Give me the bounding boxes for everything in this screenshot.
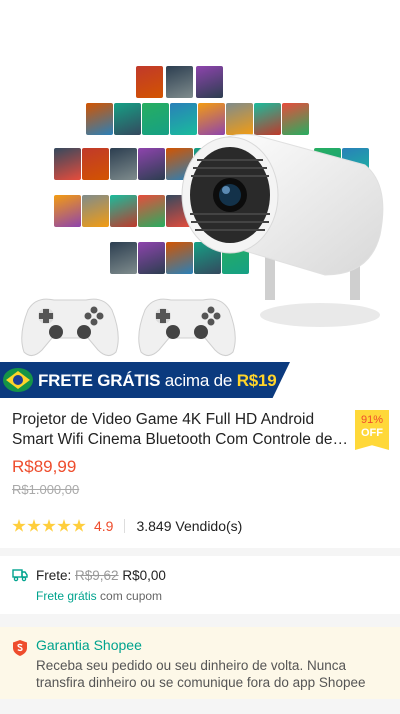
shipping-label: Frete: (36, 568, 76, 583)
shipping-coupon-line: Frete grátis com cupom (36, 589, 162, 603)
free-shipping-label: Frete grátis (36, 589, 97, 603)
discount-off-label: OFF (361, 427, 383, 439)
banner-text-amount: R$19 (236, 371, 277, 390)
brazil-flag-icon (3, 368, 33, 392)
banner-text-bold: FRETE GRÁTIS (38, 371, 161, 390)
product-image[interactable]: FRETE GRÁTIS acima de R$19 (0, 0, 400, 400)
game-cover-tile (136, 66, 163, 98)
product-title: Projetor de Video Game 4K Full HD Androi… (12, 410, 350, 450)
game-cover-tile (138, 148, 165, 180)
game-cover-tile (138, 195, 165, 227)
game-cover-tile (196, 66, 223, 98)
game-cover-tile (82, 148, 109, 180)
game-cover-tile (114, 103, 141, 135)
discount-badge: 91% OFF (355, 410, 389, 450)
free-shipping-banner: FRETE GRÁTIS acima de R$19 (0, 362, 290, 398)
rating-stars (12, 519, 87, 533)
shipping-section[interactable]: Frete: R$9,62 R$0,00 Frete grátis com cu… (0, 556, 400, 614)
game-cover-tile (54, 195, 81, 227)
game-cover-tile (166, 66, 193, 98)
banner-text-mid: acima de (160, 371, 237, 390)
game-controller-left (21, 298, 119, 356)
shield-icon (13, 640, 27, 656)
game-cover-tile (110, 242, 137, 274)
divider (124, 519, 126, 533)
star-icon (42, 519, 56, 532)
star-icon (27, 519, 41, 532)
game-cover-tile (82, 195, 109, 227)
star-icon (12, 519, 26, 532)
sold-count: 3.849 Vendido(s) (136, 518, 243, 534)
coupon-text: com cupom (96, 589, 163, 603)
guarantee-text: Receba seu pedido ou seu dinheiro de vol… (36, 658, 366, 690)
original-price: R$1.000,00 (12, 482, 80, 497)
shipping-new-price: R$0,00 (118, 568, 166, 583)
banner-text: FRETE GRÁTIS acima de R$19 (38, 371, 277, 391)
rating-row[interactable]: 4.9 3.849 Vendido(s) (12, 517, 242, 535)
game-cover-tile (142, 103, 169, 135)
shopee-guarantee-section[interactable]: Garantia Shopee Receba seu pedido ou seu… (0, 627, 400, 699)
shipping-price-line: Frete: R$9,62 R$0,00 (36, 568, 166, 583)
star-icon (72, 519, 86, 532)
game-controller-right (138, 298, 236, 356)
game-cover-tile (54, 148, 81, 180)
rating-value: 4.9 (94, 518, 114, 534)
product-info-card: Projetor de Video Game 4K Full HD Androi… (0, 400, 400, 548)
product-title-line2: Smart Wifi Cinema Bluetooth Com Controle… (12, 431, 350, 448)
guarantee-title: Garantia Shopee (36, 637, 142, 653)
game-cover-tile (138, 242, 165, 274)
star-icon (57, 519, 71, 532)
product-price: R$89,99 (12, 457, 77, 476)
truck-icon (12, 569, 28, 582)
discount-percent: 91% (360, 414, 384, 426)
game-cover-tile (110, 148, 137, 180)
product-title-line1: Projetor de Video Game 4K Full HD Androi… (12, 411, 315, 428)
game-cover-tile (86, 103, 113, 135)
game-cover-tile (110, 195, 137, 227)
shipping-old-price: R$9,62 (75, 568, 119, 583)
